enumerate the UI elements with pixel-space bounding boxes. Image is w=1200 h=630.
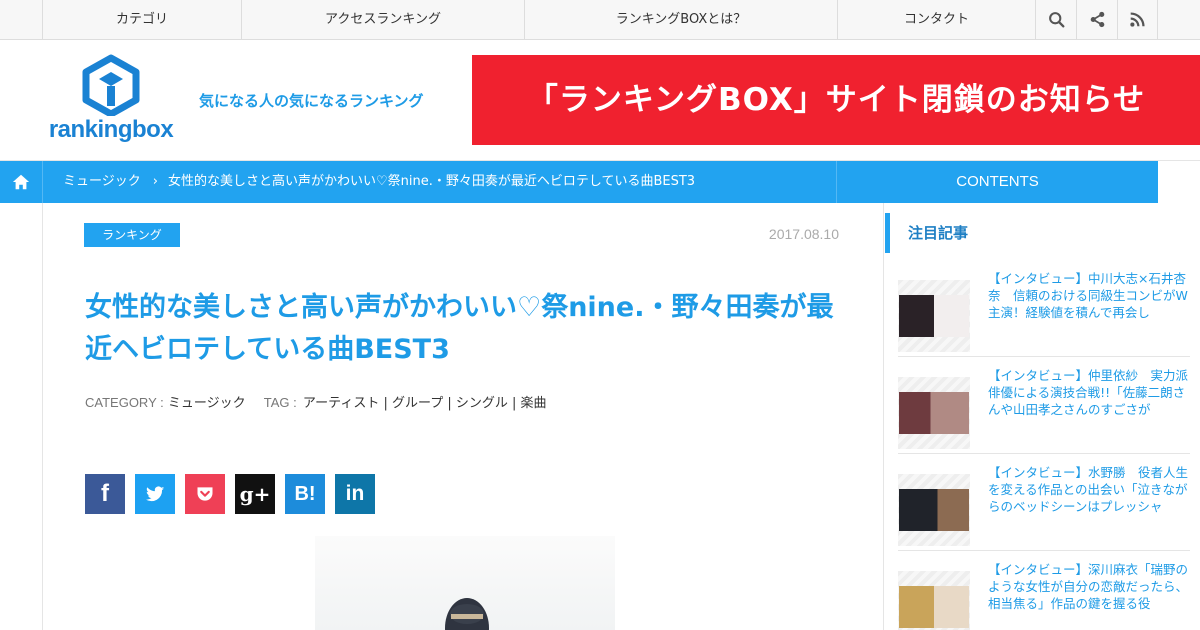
hatena-icon: B! [294,482,316,505]
article-thumbnail [898,474,970,546]
closure-notice-banner[interactable]: 「ランキングBOX」サイト閉鎖のお知らせ [472,55,1200,145]
tag-label: TAG : [263,395,297,410]
pocket-icon [197,487,213,501]
category-link[interactable]: ミュージック [168,396,246,411]
googleplus-icon: g+ [239,482,271,506]
sidebar-article-1[interactable]: 【インタビュー】中川大志×石井杏奈 信頼のおける同級生コンビがW主演！経験値を積… [898,260,1190,357]
person-photo-icon [445,598,489,630]
nav-item-category[interactable]: カテゴリ [42,0,241,39]
pocket-share-button[interactable] [185,474,225,514]
sidebar-article-3[interactable]: 【インタビュー】水野勝 役者人生を変える作品との出会い「泣きながらのベッドシーン… [898,454,1190,551]
article-main: ランキング 2017.08.10 女性的な美しさと高い声がかわいい♡祭nine.… [42,203,884,630]
sidebar-article-title[interactable]: 【インタビュー】仲里依紗 実力派俳優による演技合戦!!「佐藤二朗さんや山田孝之さ… [988,367,1188,433]
share-button[interactable] [1076,0,1117,39]
article-title: 女性的な美しさと高い声がかわいい♡祭nine.・野々田奏が最近ヘビロテしている曲… [85,292,834,365]
hatena-share-button[interactable]: B! [285,474,325,514]
logo-text: rankingbox [48,116,174,143]
facebook-share-button[interactable]: f [85,474,125,514]
linkedin-icon: in [345,482,365,505]
article-meta: CATEGORY : ミュージック TAG : アーティスト | グループ | … [85,392,547,411]
home-button[interactable] [0,161,43,203]
breadcrumb: ミュージック › 女性的な美しさと高い声がかわいい♡祭nine.・野々田奏が最近ヘビ… [63,161,695,203]
rss-icon [1130,12,1145,27]
sidebar-article-2[interactable]: 【インタビュー】仲里依紗 実力派俳優による演技合戦!!「佐藤二朗さんや山田孝之さ… [898,357,1190,454]
rss-button[interactable] [1117,0,1158,39]
googleplus-share-button[interactable]: g+ [235,474,275,514]
nav-item-access-ranking[interactable]: アクセスランキング [241,0,524,39]
article-thumbnail [898,571,970,630]
site-tagline: 気になる人の気になるランキング [199,92,424,110]
article-thumbnail [898,377,970,449]
sidebar-heading: 注目記事 [885,213,1191,253]
category-label: CATEGORY : [85,395,164,410]
tag-links[interactable]: アーティスト | グループ | シングル | 楽曲 [303,396,547,411]
box-logo-icon [82,54,140,118]
breadcrumb-bar: ミュージック › 女性的な美しさと高い声がかわいい♡祭nine.・野々田奏が最近ヘビ… [0,161,1158,203]
twitter-share-button[interactable] [135,474,175,514]
top-nav: カテゴリ アクセスランキング ランキングBOXとは？ コンタクト [0,0,1200,40]
article-thumbnail [898,280,970,352]
breadcrumb-category[interactable]: ミュージック [63,174,141,189]
search-icon [1048,12,1064,28]
sidebar-article-title[interactable]: 【インタビュー】中川大志×石井杏奈 信頼のおける同級生コンビがW主演！経験値を積… [988,270,1188,336]
home-icon [12,174,30,190]
sidebar-article-4[interactable]: 【インタビュー】深川麻衣「瑞野のような女性が自分の恋敵だったら、相当焦る」作品の… [898,551,1190,630]
site-header: rankingbox 気になる人の気になるランキング 「ランキングBOX」サイト… [0,40,1200,161]
breadcrumb-current: 女性的な美しさと高い声がかわいい♡祭nine.・野々田奏が最近ヘビロテしている曲… [167,174,696,189]
contents-tab[interactable]: CONTENTS [836,161,1158,203]
category-badge[interactable]: ランキング [84,223,180,247]
sidebar-heading-text: 注目記事 [908,224,969,242]
facebook-icon: f [101,480,109,507]
post-date: 2017.08.10 [768,226,839,242]
linkedin-share-button[interactable]: in [335,474,375,514]
share-icon [1090,11,1104,28]
search-button[interactable] [1035,0,1076,39]
nav-item-contact[interactable]: コンタクト [837,0,1035,39]
sidebar: 注目記事 【インタビュー】中川大志×石井杏奈 信頼のおける同級生コンビがW主演！… [884,203,1200,630]
sidebar-article-title[interactable]: 【インタビュー】深川麻衣「瑞野のような女性が自分の恋敵だったら、相当焦る」作品の… [988,561,1188,627]
twitter-icon [145,486,165,502]
sidebar-article-title[interactable]: 【インタビュー】水野勝 役者人生を変える作品との出会い「泣きながらのベッドシーン… [988,464,1188,530]
article-hero-image [315,536,615,630]
site-logo[interactable]: rankingbox [45,54,177,146]
nav-item-about[interactable]: ランキングBOXとは？ [524,0,837,39]
chevron-right-icon: › [152,174,158,189]
